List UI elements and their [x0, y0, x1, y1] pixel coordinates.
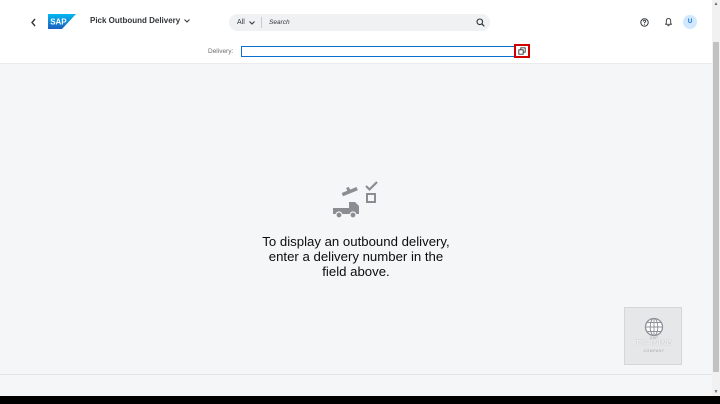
delivery-label: Delivery:: [208, 48, 234, 55]
notifications-button[interactable]: [661, 15, 675, 29]
delivery-input-bar: Delivery:: [0, 44, 712, 64]
search-button[interactable]: [470, 14, 490, 31]
notification-bell-icon: [664, 18, 672, 27]
shell-header: SAP Pick Outbound Delivery All U: [0, 0, 712, 44]
sap-logo[interactable]: SAP: [48, 14, 76, 29]
search-icon: [475, 18, 485, 27]
user-avatar[interactable]: U: [683, 15, 697, 29]
truck-illustration: [333, 181, 378, 219]
scroll-down-arrow-icon[interactable]: ▼: [712, 388, 720, 396]
empty-state-line-2: enter a delivery number in the: [268, 249, 444, 264]
search-scope-label: All: [237, 19, 245, 26]
empty-state-line-1: To display an outbound delivery,: [262, 234, 450, 249]
svg-text:SAP: SAP: [50, 18, 67, 27]
chevron-down-icon: [248, 20, 255, 25]
globe-icon: [644, 317, 664, 337]
help-icon: [639, 17, 649, 27]
scroll-up-arrow-icon[interactable]: ▲: [712, 0, 720, 8]
back-button[interactable]: [26, 15, 40, 29]
footer-divider: [0, 374, 712, 375]
help-button[interactable]: [637, 15, 651, 29]
search-input[interactable]: [262, 19, 470, 26]
watermark-main-text: TRAINING: [635, 340, 673, 347]
app-title: Pick Outbound Delivery: [90, 16, 181, 25]
delivery-input[interactable]: [241, 46, 528, 57]
chevron-down-icon: [184, 18, 191, 23]
search-bar: All: [229, 14, 490, 31]
value-help-icon: [518, 47, 526, 55]
search-scope-select[interactable]: All: [229, 19, 261, 26]
value-help-button[interactable]: [514, 44, 530, 58]
vertical-scrollbar[interactable]: ▲ ▼: [712, 0, 720, 396]
app-window: SAP Pick Outbound Delivery All U Deliver…: [0, 0, 720, 396]
empty-state-message: To display an outbound delivery, enter a…: [230, 234, 482, 279]
scroll-thumb[interactable]: [713, 42, 719, 372]
back-icon: [30, 18, 36, 26]
watermark-bottom-text: COMPANY: [643, 349, 665, 353]
app-title-menu[interactable]: Pick Outbound Delivery: [90, 16, 191, 25]
empty-state-line-3: field above.: [322, 264, 390, 279]
training-watermark: SAP TRAINING COMPANY: [624, 307, 682, 365]
